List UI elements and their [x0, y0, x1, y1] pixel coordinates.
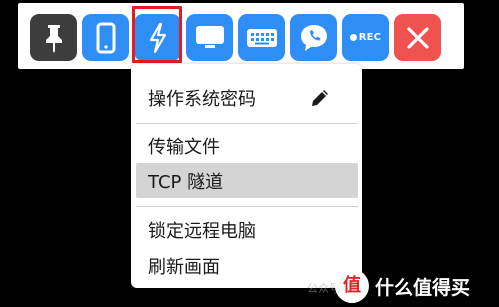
mobile-button[interactable] — [82, 14, 129, 61]
menu-separator — [136, 206, 358, 207]
dropdown-menu: 操作系统密码 传输文件 TCP 隧道 锁定远程电脑 刷新画面 — [131, 64, 362, 288]
menu-item-lock-remote[interactable]: 锁定远程电脑 — [136, 212, 358, 247]
close-button[interactable] — [394, 14, 441, 61]
menu-item-label: 锁定远程电脑 — [148, 220, 256, 242]
record-label: REC — [358, 32, 382, 43]
watermark-badge-text: 值 — [343, 275, 361, 296]
remote-toolbar: REC — [18, 3, 464, 69]
monitor-button[interactable] — [186, 14, 233, 61]
close-icon — [406, 26, 430, 50]
watermark-text: 什么值得买 — [375, 276, 471, 299]
menu-item-transfer-file[interactable]: 传输文件 — [136, 128, 358, 163]
menu-item-label: 刷新画面 — [148, 256, 220, 278]
menu-separator — [136, 123, 358, 124]
menu-item-label: TCP 隧道 — [148, 171, 224, 193]
chat-phone-icon — [299, 23, 329, 53]
watermark: 值 什么值得买 — [300, 268, 499, 304]
menu-item-tcp-tunnel[interactable]: TCP 隧道 — [136, 163, 358, 198]
watermark-logo: 值 — [335, 269, 369, 303]
menu-item-label: 操作系统密码 — [148, 88, 256, 110]
record-button[interactable]: REC — [342, 14, 389, 61]
pin-button[interactable] — [30, 14, 77, 61]
pencil-icon[interactable] — [310, 88, 330, 113]
highlight-box — [132, 6, 182, 63]
record-icon — [349, 28, 359, 47]
keyboard-icon — [246, 27, 278, 49]
menu-item-label: 传输文件 — [148, 136, 220, 158]
menu-item-os-password[interactable]: 操作系统密码 — [136, 80, 358, 115]
monitor-icon — [194, 23, 226, 53]
pin-icon — [41, 23, 67, 53]
mobile-icon — [95, 22, 117, 54]
chat-button[interactable] — [290, 14, 337, 61]
keyboard-button[interactable] — [238, 14, 285, 61]
